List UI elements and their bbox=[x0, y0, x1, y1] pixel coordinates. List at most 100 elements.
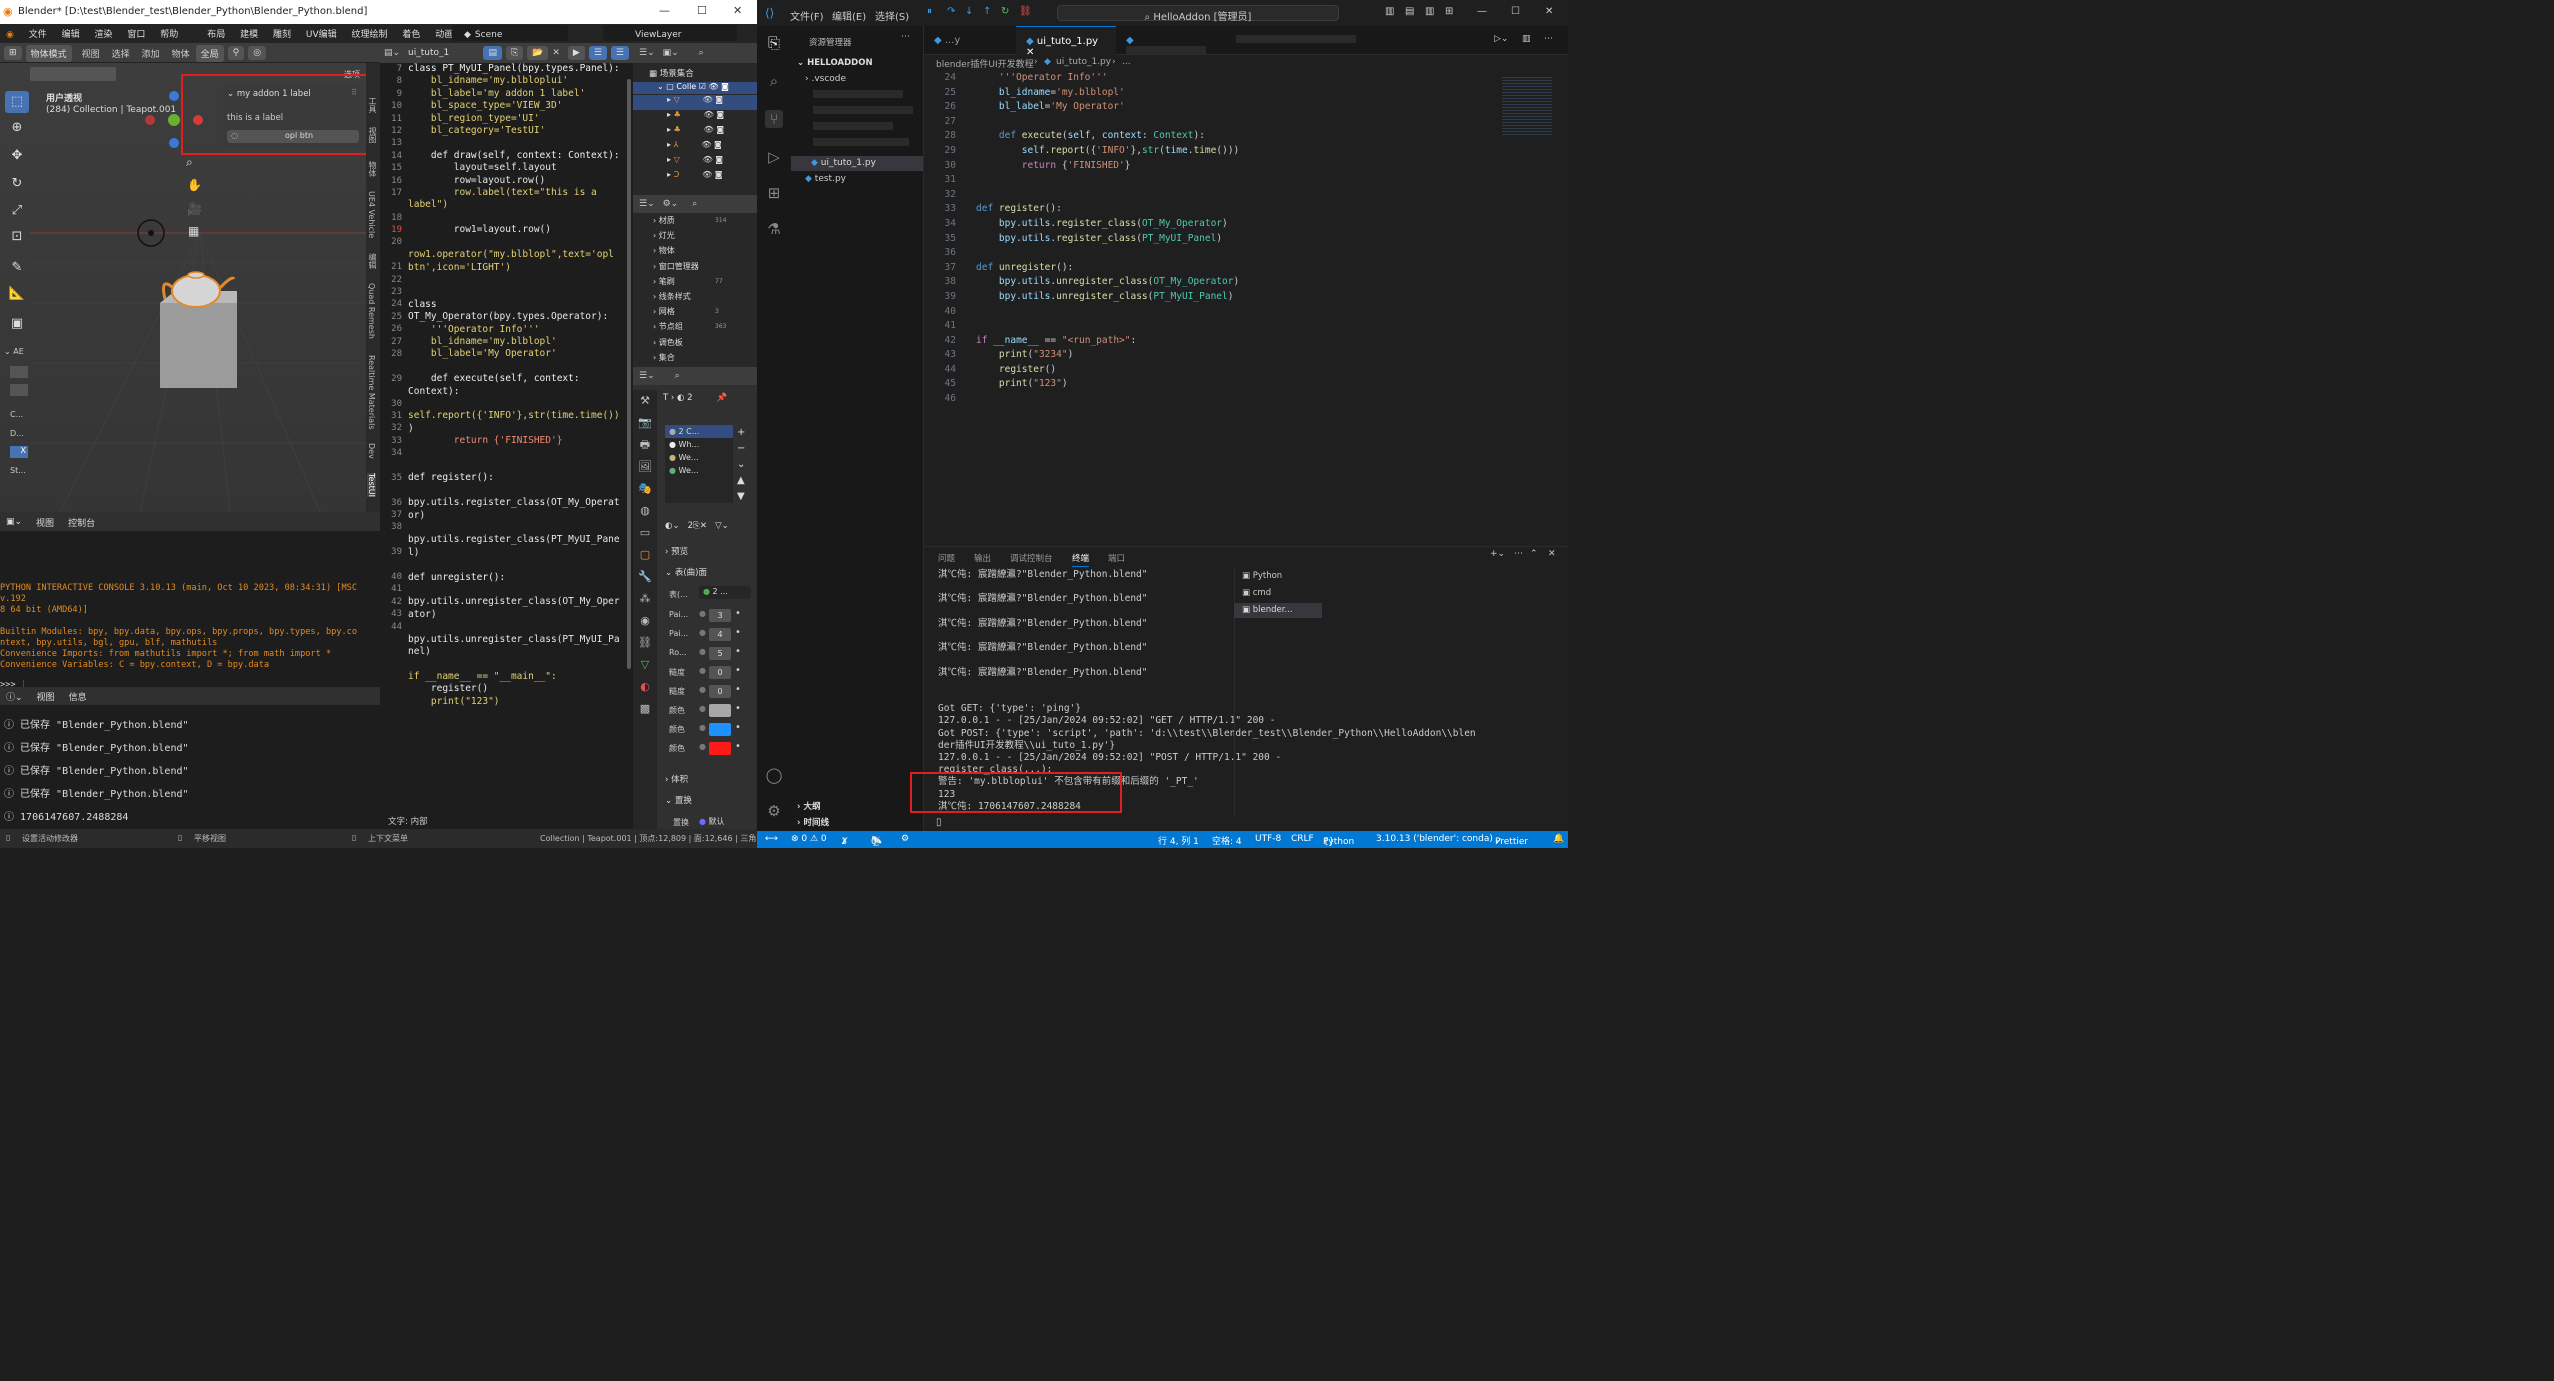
cursor-position[interactable]: 行 4, 列 1 bbox=[1158, 834, 1199, 847]
explorer-more-icon[interactable]: ⋯ bbox=[901, 32, 910, 42]
shader-input-field[interactable]: 0 bbox=[709, 685, 731, 698]
menu-view[interactable]: 视图 bbox=[82, 47, 100, 60]
line-numbers-toggle-icon[interactable]: ☰ bbox=[588, 46, 607, 60]
section-volume[interactable]: › 体积 bbox=[665, 773, 751, 785]
proportional-icon[interactable]: ◎ bbox=[248, 46, 267, 60]
minimize-icon[interactable]: — bbox=[1477, 6, 1487, 17]
pan-hand-icon[interactable]: ✋ bbox=[187, 178, 202, 192]
blender-file-mode-icon[interactable]: ⚙⌄ bbox=[663, 199, 679, 209]
menu-selection[interactable]: 选择(S) bbox=[875, 8, 909, 23]
maximize-panel-icon[interactable]: ⌃ bbox=[1530, 549, 1538, 559]
shader-input-field[interactable]: 5 bbox=[709, 647, 731, 660]
data-list-item[interactable]: › 调色板 bbox=[653, 335, 757, 350]
blender-file-search-icon[interactable]: ⌕ bbox=[692, 199, 697, 209]
sidebar-tab-dev[interactable]: Dev bbox=[367, 443, 376, 459]
debug-step-out-icon[interactable]: ↑ bbox=[983, 6, 991, 17]
info-menu-view[interactable]: 视图 bbox=[37, 690, 55, 703]
panel-tab-output[interactable]: 输出 bbox=[974, 552, 991, 564]
python-console[interactable]: ▣⌄ 视图 控制台 PYTHON INTERACTIVE CONSOLE 3.1… bbox=[0, 513, 380, 690]
info-log-row[interactable]: ⓘ 已保存 "Blender_Python.blend" bbox=[4, 783, 189, 806]
gizmo-y-icon[interactable] bbox=[168, 114, 180, 126]
minimize-icon[interactable]: — bbox=[659, 4, 670, 17]
debug-step-over-icon[interactable]: ↷ bbox=[947, 6, 955, 17]
sidebar-tab-edit[interactable]: 编辑 bbox=[367, 253, 378, 269]
mode-selector[interactable]: 物体模式 bbox=[25, 44, 72, 62]
move-slot-up-icon[interactable]: ▲ bbox=[737, 473, 745, 489]
keyframe-dot-icon[interactable]: • bbox=[735, 646, 741, 657]
menu-add[interactable]: 添加 bbox=[142, 47, 160, 60]
displacement-field[interactable]: ● 默认 bbox=[699, 816, 725, 827]
menu-object[interactable]: 物体 bbox=[172, 47, 190, 60]
color-swatch[interactable] bbox=[709, 704, 731, 717]
close-panel-icon[interactable]: ✕ bbox=[1548, 549, 1556, 559]
encoding[interactable]: UTF-8 bbox=[1255, 834, 1281, 844]
info-log-row[interactable]: ⓘ 已保存 "Blender_Python.blend" bbox=[4, 737, 189, 760]
add-slot-icon[interactable]: + bbox=[737, 425, 745, 441]
editor-more-icon[interactable]: ⋯ bbox=[1544, 34, 1553, 44]
toggle-secondary-sidebar-icon[interactable]: ▥ bbox=[1425, 6, 1434, 17]
color-swatch[interactable] bbox=[709, 723, 731, 736]
close-icon[interactable]: ✕ bbox=[733, 4, 742, 17]
material-slot-list[interactable]: ● 2 C... ● Wh... ● We... ● We... bbox=[665, 425, 733, 503]
keyframe-dot-icon[interactable]: • bbox=[735, 703, 741, 714]
outliner-type-icon[interactable]: ☰⌄ bbox=[639, 48, 655, 58]
tool-tab-icon[interactable]: ⚒ bbox=[633, 390, 657, 412]
workspace-tab-layout[interactable]: 布局 bbox=[201, 24, 231, 40]
panel-more-icon[interactable]: ⋯ bbox=[1514, 549, 1523, 559]
editor-tab[interactable]: ◆ bbox=[1116, 26, 1226, 55]
view-layer-selector[interactable]: ViewLayer bbox=[603, 25, 737, 41]
transform-orientation[interactable]: 全局 bbox=[195, 44, 224, 62]
breadcrumb-file[interactable]: ui_tuto_1.py bbox=[1056, 57, 1111, 67]
material-tab-icon[interactable]: ◐ bbox=[633, 676, 657, 698]
info-log-row[interactable]: ⓘ 已保存 "Blender_Python.blend" bbox=[4, 760, 189, 783]
world-tab-icon[interactable]: ◍ bbox=[633, 500, 657, 522]
text-code[interactable]: class PT_MyUI_Panel(bpy.types.Panel): bl… bbox=[408, 63, 628, 708]
menu-file[interactable]: 文件(F) bbox=[790, 8, 824, 23]
terminal-item-cmd[interactable]: ▣ cmd bbox=[1242, 588, 1271, 598]
search-icon[interactable]: ⌕ bbox=[765, 72, 783, 90]
modifier-tab-icon[interactable]: 🔧 bbox=[633, 566, 657, 588]
particles-tab-icon[interactable]: ⁂ bbox=[633, 588, 657, 610]
sidebar-tab-view[interactable]: 视图 bbox=[367, 127, 378, 143]
debug-pause-icon[interactable]: ⏸ bbox=[927, 6, 932, 17]
data-list-item[interactable]: › 物体 bbox=[653, 243, 757, 258]
keyframe-dot-icon[interactable]: • bbox=[735, 722, 741, 733]
data-list-item[interactable]: › 灯光 bbox=[653, 228, 757, 243]
material-slot[interactable]: ● 2 C... bbox=[665, 425, 733, 438]
code-editor[interactable]: 24 25 26 27 28 29 30 31 32 33 34 35 36 37 38 39 40 41 42 43… bbox=[924, 71, 1568, 546]
debug-status-icon[interactable]: ⚙ bbox=[901, 834, 909, 844]
word-wrap-toggle-icon[interactable]: ☰ bbox=[610, 46, 629, 60]
info-log-row[interactable]: ⓘ 已保存 "Blender_Python.blend" bbox=[4, 714, 189, 737]
maximize-icon[interactable]: ☐ bbox=[1511, 6, 1520, 17]
sidebar-tab-ue4-vehicle[interactable]: UE4 Vehicle bbox=[367, 191, 376, 238]
python-interpreter[interactable]: 3.10.13 ('blender': conda) bbox=[1376, 834, 1493, 844]
data-list-item[interactable]: › 窗口管理器 bbox=[653, 259, 757, 274]
data-list-item[interactable]: › 材质 314 bbox=[653, 213, 757, 228]
editor-code[interactable]: '''Operator Info''' bl_idname='my.blblop… bbox=[976, 71, 1239, 407]
physics-tab-icon[interactable]: ◉ bbox=[633, 610, 657, 632]
output-tab-icon[interactable]: 🖶 bbox=[633, 434, 657, 456]
material-slot[interactable]: ● We... bbox=[665, 464, 733, 477]
section-preview[interactable]: › 预览 bbox=[665, 545, 751, 557]
workspace-tab-uv[interactable]: UV编辑 bbox=[300, 24, 343, 40]
keyframe-dot-icon[interactable]: • bbox=[735, 627, 741, 638]
explorer-icon[interactable]: ⎘ bbox=[765, 34, 783, 52]
project-folder[interactable]: ⌄ HELLOADDON bbox=[797, 58, 873, 68]
properties-search-icon[interactable]: ⌕ bbox=[675, 371, 680, 381]
keyframe-dot-icon[interactable]: • bbox=[735, 684, 741, 695]
remove-slot-icon[interactable]: − bbox=[737, 441, 745, 457]
text-filename[interactable]: ui_tuto_1 bbox=[408, 48, 483, 58]
problems-count[interactable]: ⊗ 0 ⚠ 0 bbox=[791, 834, 827, 844]
indentation[interactable]: 空格: 4 bbox=[1212, 834, 1242, 847]
sidebar-tab-tool[interactable]: 工具 bbox=[367, 97, 378, 113]
gizmo-neg-x-icon[interactable] bbox=[145, 115, 155, 125]
constraints-tab-icon[interactable]: ⛓ bbox=[633, 632, 657, 654]
tree-item-test[interactable]: ◆ test.py bbox=[805, 174, 846, 184]
ortho-grid-icon[interactable]: ▦ bbox=[188, 224, 199, 238]
camera-view-icon[interactable]: 🎥 bbox=[187, 202, 202, 216]
keyframe-dot-icon[interactable]: • bbox=[735, 665, 741, 676]
console-editor-icon[interactable]: ▣⌄ bbox=[6, 517, 22, 527]
properties-type-icon[interactable]: ☰⌄ bbox=[639, 371, 655, 381]
notifications-bell-icon[interactable]: 🔔 bbox=[1553, 834, 1564, 844]
panel-tab-problems[interactable]: 问题 bbox=[938, 552, 955, 564]
